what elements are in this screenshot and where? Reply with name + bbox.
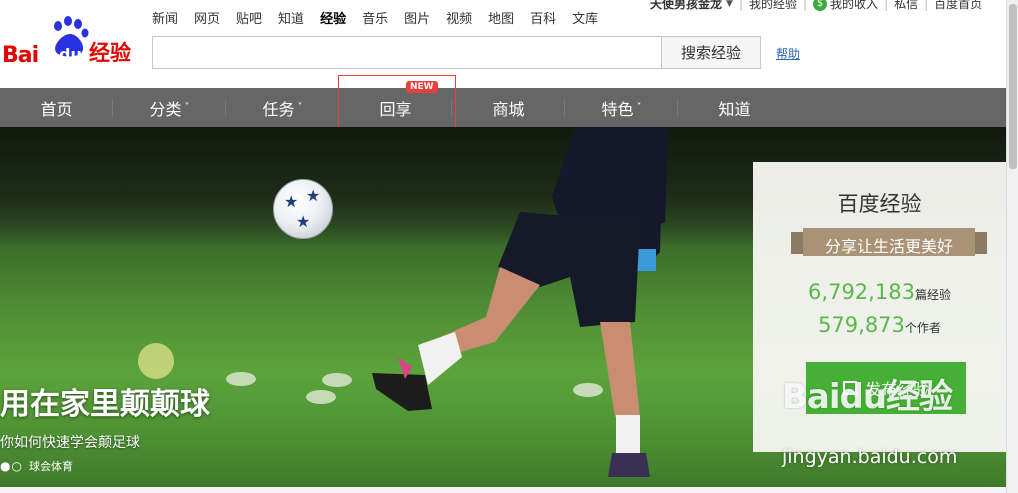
product-nav-item-jingyan[interactable]: 经验 [320, 11, 346, 29]
user-bar: 天使男孩金龙 ▼ | 我的经验 | $ 我的收入 | 私信 | 百度首页 [650, 0, 982, 12]
main-nav-label: 特色 [601, 99, 634, 119]
product-nav-item-images[interactable]: 图片 [404, 11, 430, 29]
main-nav-label: 分类 [149, 99, 182, 119]
baidu-home-link[interactable]: 百度首页 [934, 0, 982, 12]
chevron-down-icon: ˅ [636, 102, 642, 113]
product-nav-item-tieba[interactable]: 贴吧 [236, 11, 262, 29]
scrollbar-thumb[interactable] [1009, 4, 1017, 169]
main-nav-label: 知道 [718, 99, 751, 119]
logo-bai-text: Bai [2, 43, 39, 68]
publish-experience-button[interactable]: 发布经验 [806, 362, 966, 414]
stats-panel: 百度经验 分享让生活更美好 6,792,183篇经验 579,873个作者 发布… [753, 162, 1006, 452]
main-nav-item-home[interactable]: 首页 [0, 88, 113, 127]
experience-count-stat: 6,792,183篇经验 [753, 280, 1006, 304]
page-bottom-strip [0, 487, 1006, 493]
my-income-link[interactable]: 我的收入 [830, 0, 878, 12]
chevron-down-icon: ˅ [297, 102, 303, 113]
experience-unit: 篇经验 [914, 288, 951, 302]
main-nav-label: 回享 [379, 99, 412, 119]
product-nav-item-video[interactable]: 视频 [446, 11, 472, 29]
main-nav-item-huixiang[interactable]: 回享 [339, 88, 452, 127]
author-count: 579,873 [818, 313, 905, 337]
edit-icon [842, 381, 857, 395]
hero-title[interactable]: 用在家里颠颠球 [0, 390, 210, 420]
my-experience-link[interactable]: 我的经验 [749, 0, 797, 12]
main-nav-label: 首页 [40, 99, 73, 119]
product-nav: 新闻 网页 贴吧 知道 经验 音乐 图片 视频 地图 百科 文库 [152, 11, 614, 29]
author-count-stat: 579,873个作者 [753, 313, 1006, 337]
divider: | [803, 0, 808, 11]
main-nav-label: 商城 [492, 99, 525, 119]
product-nav-item-web[interactable]: 网页 [194, 11, 220, 29]
slogan-text-wrap: 分享让生活更美好 [791, 226, 987, 260]
messages-link[interactable]: 私信 [894, 0, 918, 12]
panel-title: 百度经验 [837, 192, 922, 216]
product-nav-item-wenku[interactable]: 文库 [572, 11, 598, 29]
main-nav-item-featured[interactable]: 特色 ˅ [565, 88, 678, 127]
main-nav: 首页 分类 ˅ 任务 ˅ 回享 商城 特色 ˅ 知道 [0, 88, 1006, 127]
author-unit: 个作者 [904, 321, 941, 335]
carousel-dots-icon[interactable]: ●○ [0, 459, 23, 473]
chevron-down-icon: ˅ [184, 102, 190, 113]
help-link[interactable]: 帮助 [776, 45, 800, 62]
publish-label: 发布经验 [864, 380, 929, 399]
hero-source: 球会体育 [28, 460, 73, 473]
search-input[interactable] [152, 36, 662, 69]
hero-subtitle: 你如何快速学会颠足球 [0, 435, 140, 451]
chevron-down-icon[interactable]: ▼ [726, 0, 733, 9]
product-nav-item-news[interactable]: 新闻 [152, 11, 178, 29]
username-link[interactable]: 天使男孩金龙 [650, 0, 722, 12]
divider: | [884, 0, 889, 11]
main-nav-item-zhidao[interactable]: 知道 [678, 88, 791, 127]
new-badge: NEW [406, 81, 438, 93]
search-button[interactable]: 搜索经验 [661, 36, 761, 69]
logo-du-text: du [59, 45, 82, 64]
product-nav-item-zhidao[interactable]: 知道 [278, 11, 304, 29]
page-scrollbar[interactable] [1006, 0, 1018, 493]
product-nav-item-baike[interactable]: 百科 [530, 11, 556, 29]
divider: | [924, 0, 929, 11]
panel-slogan: 分享让生活更美好 [824, 237, 953, 256]
main-nav-item-tasks[interactable]: 任务 ˅ [226, 88, 339, 127]
logo-jingyan-text: 经验 [89, 41, 131, 65]
product-nav-item-music[interactable]: 音乐 [362, 11, 388, 29]
main-nav-label: 任务 [262, 99, 295, 119]
experience-count: 6,792,183 [808, 280, 915, 304]
baidu-jingyan-logo[interactable]: Bai du 经验 [0, 14, 140, 68]
income-coin-icon: $ [813, 0, 828, 11]
hero-meta: ●○ 球会体育 [0, 458, 73, 474]
main-nav-item-category[interactable]: 分类 ˅ [113, 88, 226, 127]
main-nav-item-mall[interactable]: 商城 [452, 88, 565, 127]
product-nav-item-map[interactable]: 地图 [488, 11, 514, 29]
divider: | [738, 0, 743, 11]
